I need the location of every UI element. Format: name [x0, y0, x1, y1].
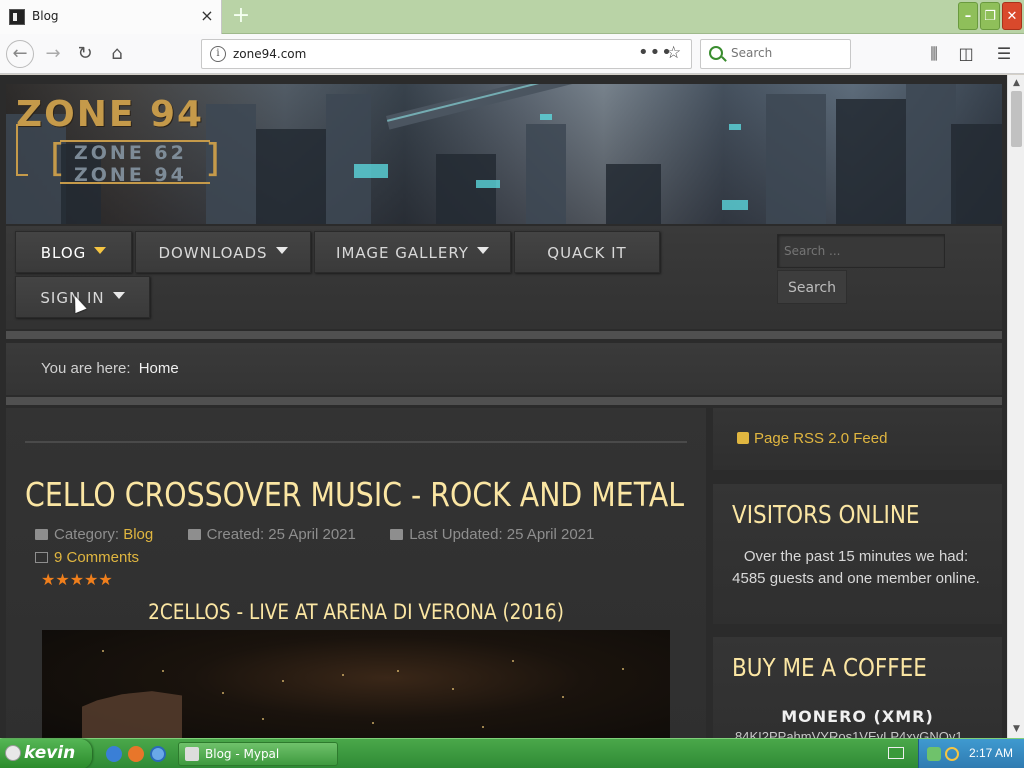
browser-tab[interactable]: Blog × — [0, 0, 222, 34]
monero-address: 84KI2PPahmVYRos1VEvLP4xyGNOy1 — [735, 729, 963, 738]
rss-label: Page RSS 2.0 Feed — [754, 430, 888, 447]
library-icon[interactable]: ⫼ — [923, 43, 945, 65]
maximize-button[interactable]: ❐ — [980, 2, 1000, 30]
address-bar[interactable]: i zone94.com ••• ☆ — [201, 39, 692, 69]
scroll-up-icon[interactable]: ▲ — [1010, 77, 1023, 90]
visitors-panel: VISITORS ONLINE Over the past 15 minutes… — [713, 484, 1002, 624]
divider — [25, 441, 687, 443]
taskbar: kevin Blog - Mypal 2:17 AM — [0, 738, 1024, 768]
minimize-button[interactable]: – — [958, 2, 978, 30]
main-menu: BLOG DOWNLOADS IMAGE GALLERY QUACK IT SI… — [6, 226, 1002, 329]
scrollbar-thumb[interactable] — [1011, 91, 1022, 147]
site-favicon-icon — [9, 9, 25, 25]
window-controls: – ❐ ✕ — [958, 2, 1022, 32]
chevron-down-icon — [94, 247, 107, 254]
logo-sub-text: ZONE 62 — [74, 142, 187, 164]
menu-item-blog[interactable]: BLOG — [15, 231, 132, 273]
taskbar-item-label: Blog - Mypal — [205, 747, 280, 761]
bookmark-star-icon[interactable]: ☆ — [666, 43, 681, 63]
start-icon — [5, 745, 21, 761]
article-panel: CELLO CROSSOVER MUSIC - ROCK AND METAL C… — [6, 408, 706, 738]
comments-link[interactable]: 9 Comments — [35, 549, 139, 566]
menu-item-label: DOWNLOADS — [158, 244, 268, 262]
comment-icon — [35, 552, 48, 563]
window-icon — [185, 747, 199, 761]
browser-search-box[interactable] — [700, 39, 851, 69]
system-tray: 2:17 AM — [918, 739, 1024, 768]
breadcrumb-home-link[interactable]: Home — [139, 360, 179, 377]
logo-sub-text-2: ZONE 94 — [74, 164, 187, 186]
menu-item-label: BLOG — [40, 244, 87, 262]
page-scrollbar[interactable]: ▲ ▼ — [1007, 75, 1024, 738]
menu-item-image-gallery[interactable]: IMAGE GALLERY — [314, 231, 511, 273]
browser-search-input[interactable] — [731, 46, 841, 60]
folder-icon — [35, 529, 48, 540]
rss-panel: Page RSS 2.0 Feed — [713, 408, 1002, 470]
category-link[interactable]: Blog — [123, 526, 153, 543]
rss-link[interactable]: Page RSS 2.0 Feed — [737, 430, 887, 447]
url-text[interactable]: zone94.com — [233, 47, 306, 61]
visitors-text: Over the past 15 minutes we had: 4585 gu… — [732, 548, 980, 587]
logo-main-text: ZONE 94 — [16, 94, 205, 135]
article-subtitle: 2CELLOS - LIVE AT ARENA DI VERONA (2016) — [148, 600, 564, 624]
menu-item-downloads[interactable]: DOWNLOADS — [135, 231, 311, 273]
site-search-button[interactable]: Search — [777, 270, 847, 304]
breadcrumb-label: You are here: — [41, 360, 131, 377]
chevron-down-icon — [112, 292, 125, 299]
created-date: Created: 25 April 2021 — [206, 526, 356, 543]
updated-date: Last Updated: 25 April 2021 — [409, 526, 595, 543]
comments-count: 9 Comments — [54, 549, 140, 566]
page-viewport: ZONE 94 ZONE 62 ZONE 94 BLOG DOWNLOADS I… — [0, 75, 1007, 738]
search-tray-icon[interactable] — [945, 747, 959, 761]
site-info-icon[interactable]: i — [210, 46, 226, 62]
article-title[interactable]: CELLO CROSSOVER MUSIC - ROCK AND METAL — [25, 475, 684, 514]
tab-bar: Blog × + – ❐ ✕ — [0, 0, 1024, 34]
network-icon[interactable] — [927, 747, 941, 761]
start-label: kevin — [24, 743, 76, 763]
scroll-down-icon[interactable]: ▼ — [1010, 723, 1023, 736]
start-button[interactable]: kevin — [0, 739, 92, 768]
calendar-icon — [390, 529, 404, 540]
monero-label: MONERO (XMR) — [781, 707, 934, 726]
keyboard-icon[interactable] — [888, 747, 904, 759]
ie-quicklaunch-icon[interactable] — [106, 746, 122, 762]
site-search-input[interactable] — [777, 234, 945, 268]
reload-icon[interactable]: ↻ — [72, 41, 98, 67]
navigation-toolbar: ← → ↻ ⌂ i zone94.com ••• ☆ ⫼ ◫ ☰ — [0, 34, 1024, 74]
article-meta: Category: Blog Created: 25 April 2021 La… — [35, 526, 594, 543]
window-close-button[interactable]: ✕ — [1002, 2, 1022, 30]
rss-icon — [737, 432, 749, 444]
close-tab-icon[interactable]: × — [198, 6, 216, 26]
coffee-panel: BUY ME A COFFEE MONERO (XMR) 84KI2PPahmV… — [713, 637, 1002, 738]
site-banner: ZONE 94 ZONE 62 ZONE 94 — [6, 84, 1002, 224]
divider — [6, 331, 1002, 339]
clock: 2:17 AM — [969, 746, 1014, 760]
chevron-down-icon — [275, 247, 288, 254]
menu-item-sign-in[interactable]: SIGN IN — [15, 276, 150, 318]
divider — [6, 397, 1002, 405]
rating-stars[interactable]: ★★★★★ — [41, 570, 113, 589]
forward-arrow-icon[interactable]: → — [40, 41, 66, 67]
site-logo[interactable]: ZONE 94 ZONE 62 ZONE 94 — [16, 94, 220, 186]
breadcrumb: You are here: Home — [6, 343, 1002, 395]
coffee-heading: BUY ME A COFFEE — [732, 653, 927, 682]
visitors-heading: VISITORS ONLINE — [732, 500, 920, 529]
category-label: Category: — [54, 526, 120, 543]
home-icon[interactable]: ⌂ — [104, 41, 130, 67]
sidebar-toggle-icon[interactable]: ◫ — [955, 43, 977, 65]
tab-title: Blog — [32, 9, 59, 23]
menu-item-quack-it[interactable]: QUACK IT — [514, 231, 660, 273]
chevron-down-icon — [476, 247, 489, 254]
video-embed[interactable] — [42, 630, 670, 738]
menu-item-label: QUACK IT — [547, 244, 627, 262]
firefox-quicklaunch-icon[interactable] — [128, 746, 144, 762]
search-engine-icon — [709, 46, 723, 60]
menu-item-label: IMAGE GALLERY — [336, 244, 469, 262]
new-tab-button[interactable]: + — [228, 4, 254, 30]
hamburger-menu-icon[interactable]: ☰ — [993, 43, 1015, 65]
browser-quicklaunch-icon[interactable] — [150, 746, 166, 762]
back-arrow-icon[interactable]: ← — [6, 40, 34, 68]
calendar-icon — [187, 529, 201, 540]
taskbar-item-browser[interactable]: Blog - Mypal — [178, 742, 338, 766]
